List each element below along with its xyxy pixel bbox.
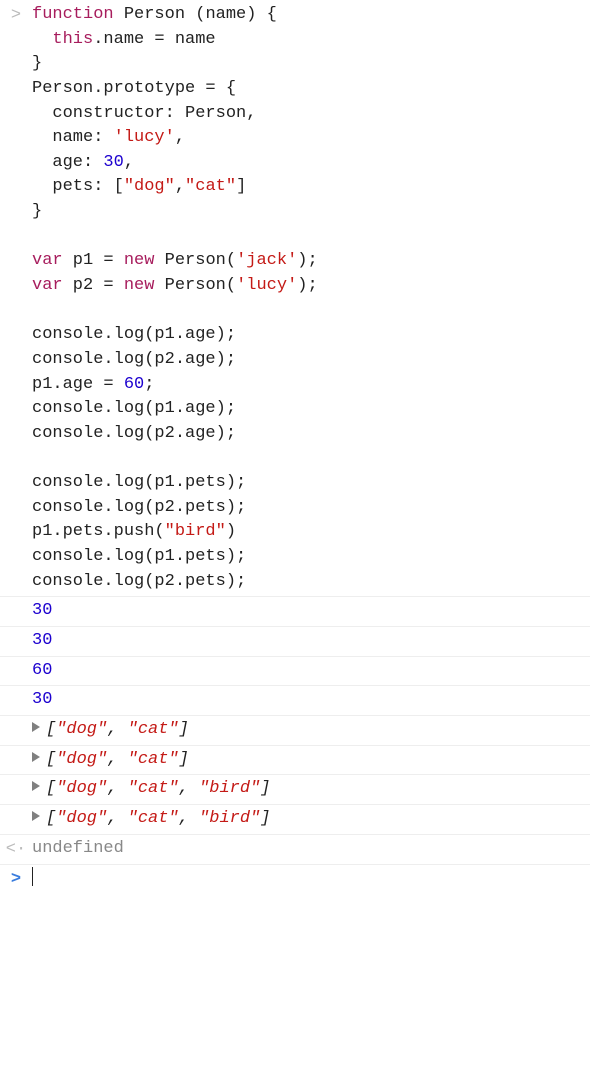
console-input-row: > function Person (name) { this.name = n… bbox=[0, 0, 590, 596]
console-output-array[interactable]: ["dog", "cat", "bird"] bbox=[32, 807, 590, 832]
console-output-row: ["dog", "cat", "bird"] bbox=[0, 804, 590, 834]
console-output-array[interactable]: ["dog", "cat"] bbox=[32, 718, 590, 743]
console-output-array[interactable]: ["dog", "cat", "bird"] bbox=[32, 777, 590, 802]
input-marker-icon: > bbox=[0, 3, 32, 594]
console-output-row: 30 bbox=[0, 596, 590, 626]
console-output-number: 30 bbox=[32, 629, 590, 654]
console-output-row: 30 bbox=[0, 626, 590, 656]
devtools-console: > function Person (name) { this.name = n… bbox=[0, 0, 590, 895]
console-prompt-input[interactable] bbox=[32, 867, 590, 893]
output-gutter bbox=[0, 777, 32, 802]
expand-triangle-icon[interactable] bbox=[32, 781, 40, 791]
output-gutter bbox=[0, 748, 32, 773]
output-gutter bbox=[0, 807, 32, 832]
console-input-code[interactable]: function Person (name) { this.name = nam… bbox=[32, 3, 590, 594]
output-gutter bbox=[0, 688, 32, 713]
expand-triangle-icon[interactable] bbox=[32, 811, 40, 821]
output-gutter bbox=[0, 629, 32, 654]
console-output-row: ["dog", "cat"] bbox=[0, 715, 590, 745]
caret-icon bbox=[32, 867, 33, 886]
console-return-row: <· undefined bbox=[0, 834, 590, 865]
console-output-row: 60 bbox=[0, 656, 590, 686]
output-gutter bbox=[0, 718, 32, 743]
output-gutter bbox=[0, 599, 32, 624]
expand-triangle-icon[interactable] bbox=[32, 722, 40, 732]
output-gutter bbox=[0, 659, 32, 684]
return-marker-icon: <· bbox=[0, 837, 32, 863]
console-output-row: ["dog", "cat", "bird"] bbox=[0, 774, 590, 804]
expand-triangle-icon[interactable] bbox=[32, 752, 40, 762]
console-output-row: ["dog", "cat"] bbox=[0, 745, 590, 775]
console-output-number: 60 bbox=[32, 659, 590, 684]
console-output-number: 30 bbox=[32, 688, 590, 713]
console-return-value: undefined bbox=[32, 837, 590, 863]
console-output-row: 30 bbox=[0, 685, 590, 715]
console-prompt-row[interactable]: > bbox=[0, 864, 590, 895]
console-output-array[interactable]: ["dog", "cat"] bbox=[32, 748, 590, 773]
console-output-number: 30 bbox=[32, 599, 590, 624]
prompt-marker-icon: > bbox=[0, 867, 32, 893]
